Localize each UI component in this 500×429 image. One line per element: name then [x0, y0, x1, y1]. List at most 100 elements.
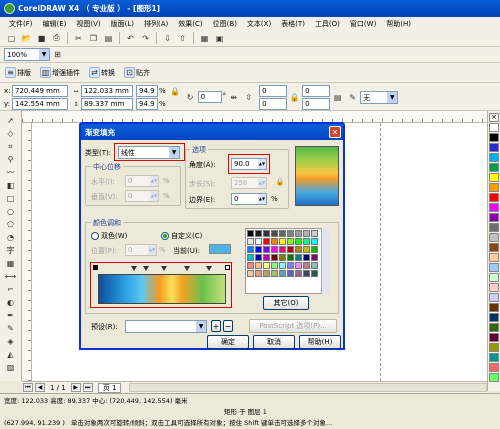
menu-tools[interactable]: 工具(O) [310, 19, 345, 29]
preset-color-swatch[interactable] [255, 246, 262, 253]
preset-color-swatch[interactable] [247, 254, 254, 261]
preset-color-swatch[interactable] [247, 262, 254, 269]
preset-color-swatch[interactable] [263, 254, 270, 261]
preset-color-swatch[interactable] [303, 246, 310, 253]
palette-color-swatch[interactable] [489, 263, 499, 272]
preset-color-swatch[interactable] [247, 238, 254, 245]
preset-color-swatch[interactable] [295, 238, 302, 245]
wrap-text-icon[interactable]: ▤ [331, 91, 344, 104]
mirror-horizontal-icon[interactable]: ⇹ [227, 91, 240, 104]
preset-color-swatch[interactable] [271, 246, 278, 253]
color-grid-scrollbar[interactable] [321, 228, 329, 294]
menu-text[interactable]: 文本(X) [242, 19, 276, 29]
menu-view[interactable]: 视图(V) [71, 19, 105, 29]
enhance-plugin-button[interactable]: ▥ 增强插件 [39, 67, 80, 78]
zoom-level-select[interactable]: 100% ▼ [4, 48, 50, 61]
preset-color-swatch[interactable] [247, 246, 254, 253]
x-position-input[interactable]: 720.449 mm [12, 85, 68, 97]
lock-ratio-icon[interactable]: 🔒 [169, 85, 182, 98]
preset-color-swatch[interactable] [295, 254, 302, 261]
two-color-radio[interactable] [91, 232, 99, 240]
preset-color-swatch[interactable] [311, 254, 318, 261]
interactive-fill-tool-icon[interactable]: ◭ [4, 349, 17, 360]
palette-color-swatch[interactable] [489, 313, 499, 322]
vertical-ruler[interactable] [22, 123, 32, 381]
palette-color-swatch[interactable] [489, 283, 499, 292]
palette-color-swatch[interactable] [489, 133, 499, 142]
add-preset-icon[interactable]: + [211, 320, 221, 332]
corner-top-left-input[interactable]: 0 [259, 85, 288, 97]
undo-icon[interactable]: ↶ [124, 32, 137, 45]
palette-color-swatch[interactable] [489, 213, 499, 222]
palette-color-swatch[interactable] [489, 163, 499, 172]
edge-pad-input[interactable]: 0 ▲▼ [231, 193, 267, 205]
menu-edit[interactable]: 编辑(E) [38, 19, 72, 29]
snap-to-icon[interactable]: ⊞ [51, 48, 64, 61]
palette-color-swatch[interactable] [489, 173, 499, 182]
preset-color-swatch[interactable] [271, 230, 278, 237]
menu-table[interactable]: 表格(T) [276, 19, 310, 29]
lock-steps-icon[interactable]: 🔒 [275, 176, 285, 187]
freehand-tool-icon[interactable]: 〰 [4, 167, 17, 178]
open-icon[interactable]: 📂 [20, 32, 33, 45]
basic-shapes-tool-icon[interactable]: ◔ [4, 232, 17, 243]
last-page-icon[interactable]: ⏭ [82, 383, 93, 392]
print-icon[interactable]: ⎙ [50, 32, 63, 45]
table-tool-icon[interactable]: ▦ [4, 258, 17, 269]
preset-color-swatch[interactable] [287, 246, 294, 253]
preset-color-swatch[interactable] [295, 270, 302, 277]
scale-y-input[interactable]: 94.9 [136, 98, 158, 110]
remove-preset-icon[interactable]: − [223, 320, 233, 332]
position-input[interactable]: 0 ▲▼ [125, 244, 157, 256]
new-document-icon[interactable]: ▢ [5, 32, 18, 45]
convert-plugin-button[interactable]: ⇄ 转换 [88, 67, 115, 78]
preset-color-swatch[interactable] [287, 270, 294, 277]
palette-color-swatch[interactable] [489, 353, 499, 362]
horizontal-offset-input[interactable]: 0 ▲▼ [125, 175, 159, 187]
preset-color-swatch[interactable] [303, 254, 310, 261]
fill-tool-icon[interactable]: ◈ [4, 336, 17, 347]
palette-color-swatch[interactable] [489, 363, 499, 372]
preset-color-swatch[interactable] [255, 262, 262, 269]
preset-color-swatch[interactable] [303, 230, 310, 237]
close-icon[interactable]: ✕ [329, 126, 341, 138]
menu-help[interactable]: 帮助(H) [381, 19, 416, 29]
preset-color-swatch[interactable] [255, 254, 262, 261]
copy-icon[interactable]: ❐ [87, 32, 100, 45]
two-color-option[interactable]: 双色(W) [91, 231, 127, 241]
page-tab[interactable]: 页 1 [97, 382, 122, 393]
scale-x-input[interactable]: 94.9 [136, 85, 158, 97]
palette-color-swatch[interactable] [489, 273, 499, 282]
horizontal-scrollbar[interactable] [129, 383, 487, 392]
menu-bitmaps[interactable]: 位图(B) [208, 19, 242, 29]
preset-color-swatch[interactable] [279, 270, 286, 277]
next-page-icon[interactable]: ▶ [70, 383, 81, 392]
rotation-angle-input[interactable]: 0 [197, 91, 222, 103]
corner-top-right-input[interactable]: 0 [302, 85, 331, 97]
preset-color-swatch[interactable] [311, 230, 318, 237]
mirror-vertical-icon[interactable]: ⇳ [242, 91, 255, 104]
preset-color-swatch[interactable] [255, 238, 262, 245]
palette-color-swatch[interactable] [489, 303, 499, 312]
preset-color-swatch[interactable] [295, 262, 302, 269]
dimension-tool-icon[interactable]: ⟷ [4, 271, 17, 282]
application-launcher-icon[interactable]: ▦ [198, 32, 211, 45]
preset-color-swatch[interactable] [263, 238, 270, 245]
preset-color-swatch[interactable] [263, 270, 270, 277]
steps-input[interactable]: 256 ▲▼ [231, 177, 267, 189]
round-corners-lock-icon[interactable]: 🔒 [288, 91, 301, 104]
blend-tool-icon[interactable]: ◐ [4, 297, 17, 308]
preset-color-swatch[interactable] [247, 230, 254, 237]
others-button[interactable]: 其它(O) [263, 296, 309, 310]
height-input[interactable]: 89.337 mm [81, 98, 133, 110]
preset-color-swatch[interactable] [287, 262, 294, 269]
width-input[interactable]: 122.033 mm [81, 85, 133, 97]
custom-radio[interactable] [161, 232, 169, 240]
outline-tool-icon[interactable]: ✎ [4, 323, 17, 334]
preset-color-swatch[interactable] [311, 270, 318, 277]
palette-color-swatch[interactable] [489, 333, 499, 342]
preset-color-swatch[interactable] [247, 270, 254, 277]
preset-color-swatch[interactable] [287, 238, 294, 245]
cancel-button[interactable]: 取消 [253, 335, 295, 349]
palette-color-swatch[interactable] [489, 293, 499, 302]
